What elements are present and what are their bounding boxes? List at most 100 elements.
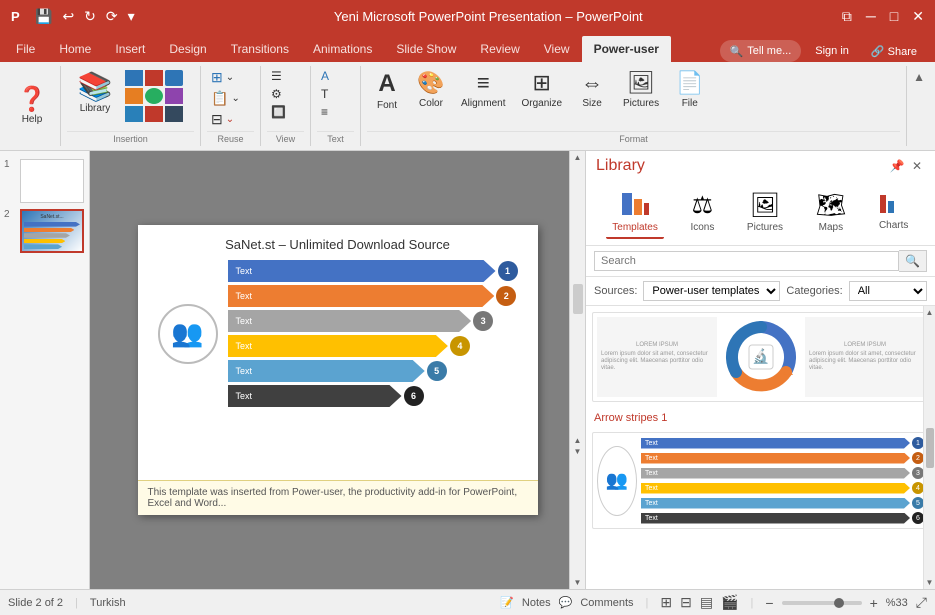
scroll-next-btn[interactable]: ▼ (574, 447, 582, 456)
tab-insert[interactable]: Insert (103, 36, 157, 62)
scroll-up-btn[interactable]: ▲ (574, 153, 582, 162)
tell-me-field[interactable]: 🔍 Tell me... (720, 40, 802, 62)
library-tabs: Templates ⚖ Icons 🖼 Pictures 🗺 Maps (586, 181, 935, 246)
tab-animations[interactable]: Animations (301, 36, 384, 62)
library-tab-templates[interactable]: Templates (606, 187, 664, 239)
tab-transitions[interactable]: Transitions (219, 36, 301, 62)
refresh-button[interactable]: ⟳ (103, 7, 121, 26)
comments-button[interactable]: Comments (580, 597, 633, 609)
redo-button[interactable]: ↻ (81, 7, 99, 26)
insert-btn-2[interactable] (145, 70, 163, 86)
text-btn-3[interactable]: ≡ (317, 104, 332, 120)
library-pin-button[interactable]: 📌 (889, 158, 905, 174)
view-btn-grid[interactable]: ⊟ (680, 594, 692, 611)
library-close-button[interactable]: ✕ (909, 158, 925, 174)
size-label: Size (582, 98, 601, 109)
slide-thumb-2[interactable]: 2 SaNet.st... (4, 209, 85, 253)
view-btn-2[interactable]: ⚙ (267, 86, 286, 102)
view-btn-reading[interactable]: ▤ (700, 594, 713, 611)
lib-scroll-thumb[interactable] (926, 428, 934, 468)
text-group: A T ≡ Text (311, 66, 361, 146)
tab-home[interactable]: Home (47, 36, 103, 62)
arrow-row-1: Text 1 (228, 260, 518, 282)
sign-in-button[interactable]: Sign in (807, 43, 857, 59)
scroll-prev-btn[interactable]: ▲ (574, 436, 582, 445)
mini-arrow-row-3: Text 3 (641, 467, 924, 479)
template-item-circular[interactable]: LOREM IPSUM Lorem ipsum dolor sit amet, … (590, 310, 931, 404)
library-button[interactable]: 📚 Library (67, 68, 123, 116)
zoom-level: %33 (886, 597, 908, 609)
view-btn-slideshow[interactable]: 🎬 (721, 594, 738, 611)
tab-review[interactable]: Review (468, 36, 531, 62)
close-button[interactable]: ✕ (909, 7, 927, 26)
notes-button[interactable]: Notes (522, 597, 551, 609)
insert-btn-7[interactable] (125, 106, 143, 122)
size-button[interactable]: ⇔ Size (572, 68, 612, 111)
canvas-scrollbar[interactable]: ▲ ▲ ▼ ▼ (569, 151, 585, 589)
tab-design[interactable]: Design (157, 36, 218, 62)
slide-note: This template was inserted from Power-us… (138, 480, 538, 515)
maximize-button[interactable]: □ (887, 7, 901, 25)
library-search-input[interactable] (594, 251, 899, 271)
help-button[interactable]: ❓ Help (10, 86, 54, 127)
reuse-btn-2[interactable]: 📋 ⌄ (207, 89, 244, 108)
zoom-slider[interactable] (782, 601, 862, 605)
color-label: Color (419, 98, 443, 109)
save-button[interactable]: 💾 (32, 7, 55, 26)
fit-button[interactable]: ⤢ (916, 594, 927, 611)
view-btn-1[interactable]: ☰ (267, 68, 286, 84)
mini-arrow-row-1: Text 1 (641, 437, 924, 449)
reuse-btn-3[interactable]: ⊟ ⌄ (207, 110, 238, 129)
library-scrollbar[interactable]: ▲ ▼ (923, 306, 935, 589)
zoom-plus-button[interactable]: + (870, 595, 878, 611)
tab-view[interactable]: View (532, 36, 582, 62)
insert-btn-1[interactable] (125, 70, 143, 86)
tab-poweruser[interactable]: Power-user (582, 36, 671, 62)
share-button[interactable]: 🔗 Share (863, 43, 925, 60)
mini-arrow-5: Text (641, 498, 910, 509)
pictures-button[interactable]: 🖼 Pictures (616, 68, 666, 111)
insert-btn-3[interactable] (165, 70, 183, 86)
status-bar: Slide 2 of 2 | Turkish 📝 Notes 💬 Comment… (0, 589, 935, 615)
library-tab-pictures[interactable]: 🖼 Pictures (741, 187, 789, 239)
color-button[interactable]: 🎨 Color (411, 68, 451, 111)
window-expand-button[interactable]: ⧉ (839, 7, 855, 26)
lib-scroll-down[interactable]: ▼ (926, 578, 934, 587)
view-btn-normal[interactable]: ⊞ (660, 594, 672, 611)
file-button[interactable]: 📄 File (670, 68, 709, 111)
minimize-button[interactable]: ─ (863, 7, 879, 25)
tab-slideshow[interactable]: Slide Show (384, 36, 468, 62)
tab-file[interactable]: File (4, 36, 47, 62)
library-tab-charts[interactable]: Charts (873, 187, 915, 239)
sources-select[interactable]: Power-user templatesAll (643, 281, 780, 301)
library-tab-maps[interactable]: 🗺 Maps (810, 187, 852, 239)
text-btn-2[interactable]: T (317, 86, 332, 102)
categories-select[interactable]: AllBusinessDiagramsCharts (849, 281, 927, 301)
insert-btn-8[interactable] (145, 106, 163, 122)
format-group-content: A Font 🎨 Color ≡ Alignment ⊞ Organize ⇔ (367, 68, 900, 129)
qat-dropdown[interactable]: ▾ (125, 7, 138, 26)
slide-thumb-1[interactable]: 1 (4, 159, 85, 203)
library-search-button[interactable]: 🔍 (899, 250, 927, 272)
insert-btn-6[interactable] (165, 88, 183, 104)
lib-scroll-up[interactable]: ▲ (926, 308, 934, 317)
organize-button[interactable]: ⊞ Organize (515, 68, 568, 111)
view-btn-3[interactable]: 🔲 (267, 104, 290, 120)
ribbon-collapse[interactable]: ▲ (907, 66, 931, 146)
insert-btn-9[interactable] (165, 106, 183, 122)
mini-arrow-4: Text (641, 483, 910, 494)
zoom-minus-button[interactable]: − (765, 595, 773, 611)
scroll-thumb[interactable] (573, 284, 583, 314)
undo-button[interactable]: ↩ (59, 7, 77, 26)
font-button[interactable]: A Font (367, 68, 407, 113)
library-tab-icons[interactable]: ⚖ Icons (684, 187, 720, 239)
alignment-button[interactable]: ≡ Alignment (455, 68, 511, 111)
insert-btn-4[interactable] (125, 88, 143, 104)
template-item-arrow-stripes[interactable]: 👥 Text 1 Text 2 (590, 430, 931, 531)
slides-panel: 1 2 SaNet.st... (0, 151, 90, 589)
insert-btn-5[interactable] (145, 88, 163, 104)
icons-icon: ⚖ (692, 191, 714, 220)
scroll-down-btn[interactable]: ▼ (574, 578, 582, 587)
text-btn-1[interactable]: A (317, 68, 333, 84)
reuse-btn-1[interactable]: ⊞ ⌄ (207, 68, 238, 87)
